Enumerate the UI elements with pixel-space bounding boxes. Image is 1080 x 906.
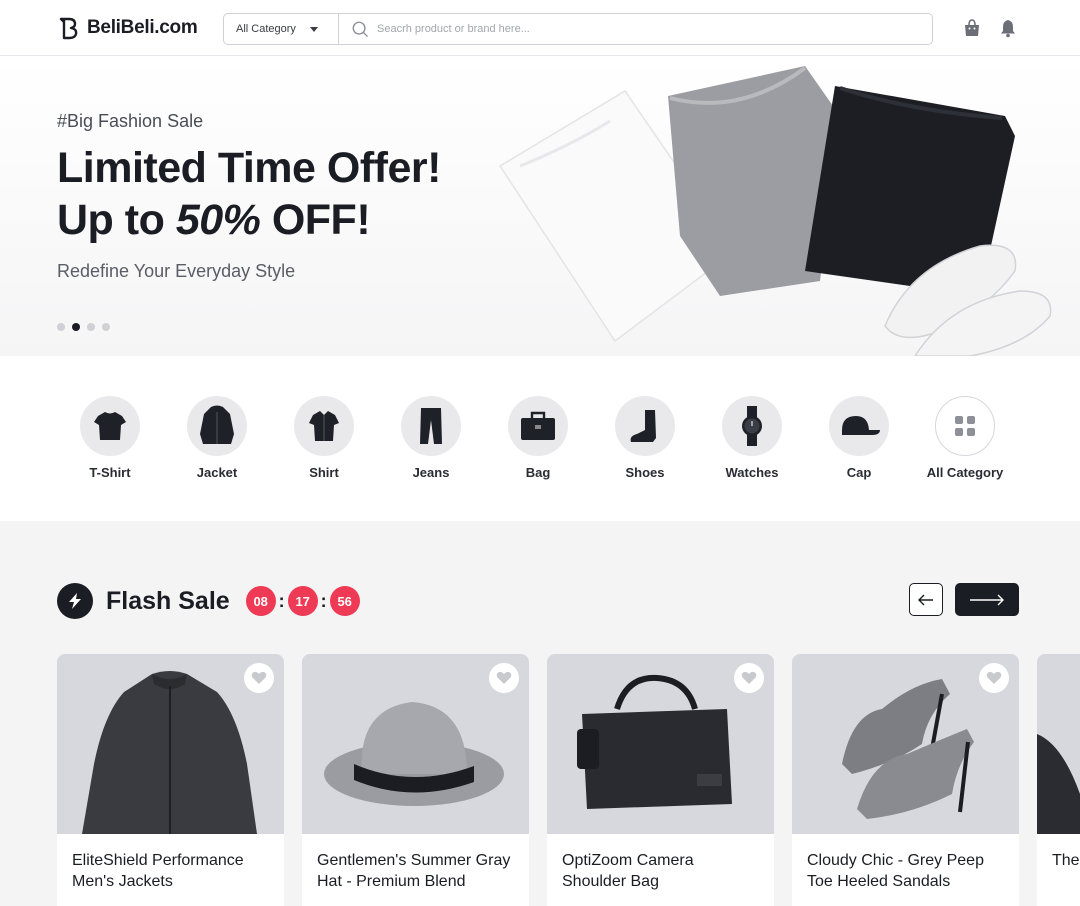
timer-separator: : [320, 590, 327, 611]
hero-title-prefix: Up to [57, 196, 176, 244]
product-name: Gentlemen's Summer Gray Hat - Premium Bl… [317, 852, 511, 890]
product-name: EliteShield Performance Men's Jackets [72, 852, 244, 890]
flash-sale-header: Flash Sale 08 : 17 : 56 [57, 583, 360, 619]
previous-button[interactable] [909, 583, 943, 616]
product-card[interactable]: Gentlemen's Summer Gray Hat - Premium Bl… [302, 654, 529, 906]
product-image [302, 654, 529, 834]
category-label: T-Shirt [89, 465, 131, 480]
category-label: Cap [846, 465, 872, 480]
search-icon [352, 21, 368, 37]
timer-separator: : [278, 590, 285, 611]
category-label: Watches [725, 465, 779, 480]
heart-icon[interactable] [244, 663, 274, 693]
product-card[interactable]: Cloudy Chic - Grey Peep Toe Heeled Sanda… [792, 654, 1019, 906]
timer-seconds: 56 [329, 586, 360, 616]
category-label: Jeans [412, 465, 450, 480]
jacket-icon [187, 396, 247, 456]
heart-icon[interactable] [489, 663, 519, 693]
shoes-icon [615, 396, 675, 456]
category-tshirt[interactable]: T-Shirt [60, 396, 160, 480]
carousel-dot-active[interactable] [72, 323, 80, 331]
shirt-icon [294, 396, 354, 456]
cap-icon [829, 396, 889, 456]
arrow-left-icon [918, 594, 933, 605]
carousel-dot[interactable] [57, 323, 65, 331]
hero-tag: #Big Fashion Sale [57, 111, 204, 131]
logo-text: BeliBeli.com [87, 17, 198, 38]
hero-title-suffix: OFF! [260, 196, 371, 244]
heart-icon[interactable] [979, 663, 1009, 693]
timer-minutes: 17 [287, 586, 318, 616]
grid-icon [935, 396, 995, 456]
category-jeans[interactable]: Jeans [381, 396, 481, 480]
bell-icon[interactable] [998, 18, 1018, 38]
lightning-icon [57, 583, 93, 619]
logo[interactable]: BeliBeli.com [57, 16, 198, 40]
search-input[interactable] [377, 23, 917, 35]
product-name: The... Pre... [1052, 852, 1080, 869]
flash-sale-section: Flash Sale 08 : 17 : 56 EliteShield Perf… [0, 521, 1080, 906]
category-shirt[interactable]: Shirt [274, 396, 374, 480]
category-shoes[interactable]: Shoes [595, 396, 695, 480]
hero-title-line1: Limited Time Offer! [57, 144, 441, 192]
product-card[interactable]: EliteShield Performance Men's Jackets [57, 654, 284, 906]
category-label: Bag [525, 465, 551, 480]
category-dropdown-value: All Category [236, 23, 296, 35]
category-label: Shoes [625, 465, 665, 480]
timer-hours: 08 [245, 586, 276, 616]
top-header: BeliBeli.com All Category [0, 0, 1080, 56]
watch-icon [722, 396, 782, 456]
hero-image [498, 66, 1052, 356]
category-bag[interactable]: Bag [488, 396, 588, 480]
hero-banner[interactable]: #Big Fashion Sale Limited Time Offer! Up… [0, 56, 1080, 356]
category-label: Jacket [196, 465, 238, 480]
flash-sale-title: Flash Sale [106, 586, 230, 615]
shopping-bag-icon[interactable] [962, 18, 982, 38]
category-cap[interactable]: Cap [809, 396, 909, 480]
category-label: All Category [926, 465, 1004, 480]
countdown-timer: 08 : 17 : 56 [245, 586, 360, 616]
hero-title-discount: 50% [175, 196, 261, 244]
hero-subtitle: Redefine Your Everyday Style [57, 261, 296, 281]
category-watches[interactable]: Watches [702, 396, 802, 480]
search-bar: All Category [223, 13, 933, 45]
jeans-icon [401, 396, 461, 456]
product-image-partial [1037, 734, 1080, 834]
logo-icon [59, 17, 78, 40]
product-image [1037, 654, 1080, 834]
product-image [547, 654, 774, 834]
product-card-partial[interactable]: The... Pre... [1037, 654, 1080, 906]
category-all[interactable]: All Category [915, 396, 1015, 480]
product-card[interactable]: OptiZoom Camera Shoulder Bag [547, 654, 774, 906]
category-jacket[interactable]: Jacket [167, 396, 267, 480]
hero-title-line2: Up to 50% OFF! [57, 194, 441, 246]
carousel-dot[interactable] [87, 323, 95, 331]
heart-icon[interactable] [734, 663, 764, 693]
bag-icon [508, 396, 568, 456]
chevron-down-icon [309, 26, 318, 32]
carousel-dots [57, 323, 110, 331]
category-dropdown[interactable]: All Category [224, 14, 339, 44]
product-name: OptiZoom Camera Shoulder Bag [562, 852, 694, 890]
product-image [57, 654, 284, 834]
product-image [792, 654, 1019, 834]
category-strip: T-Shirt Jacket Shirt Jeans Bag Shoes Wat… [0, 356, 1080, 521]
carousel-dot[interactable] [102, 323, 110, 331]
tshirt-icon [80, 396, 140, 456]
arrow-right-icon [970, 594, 1004, 605]
category-label: Shirt [309, 465, 339, 480]
hero-title: Limited Time Offer! Up to 50% OFF! [57, 142, 441, 246]
next-button[interactable] [955, 583, 1019, 616]
product-name: Cloudy Chic - Grey Peep Toe Heeled Sanda… [807, 852, 984, 890]
